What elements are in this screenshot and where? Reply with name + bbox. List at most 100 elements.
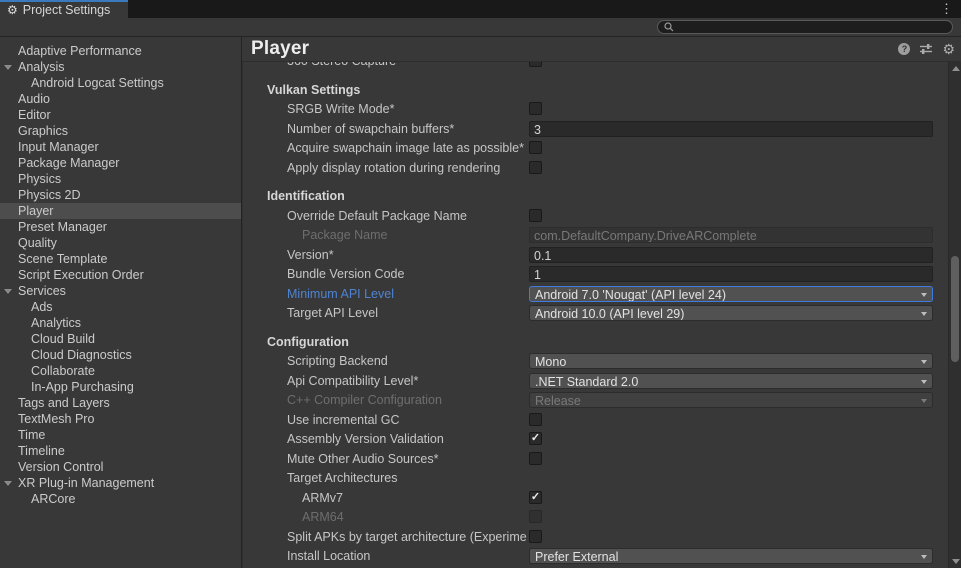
sidebar-item-label: Scene Template [0,252,107,266]
tab-project-settings[interactable]: ⚙ Project Settings [0,0,128,18]
sidebar-item-android-logcat-settings[interactable]: Android Logcat Settings [0,75,241,91]
field-label-scripting-backend: Scripting Backend [287,354,388,368]
sidebar-item-label: Editor [0,108,51,122]
checkbox-360-stereo-capture[interactable] [529,61,542,67]
checkbox-mute-other-audio-sources[interactable] [529,452,542,465]
sidebar-item-graphics[interactable]: Graphics [0,123,241,139]
text-field-version[interactable]: 0.1 [529,247,933,263]
row-bundle-version-code: Bundle Version Code 1 [243,266,948,282]
sidebar-item-label: Android Logcat Settings [0,76,164,90]
dropdown-install-location[interactable]: Prefer External [529,548,933,564]
field-label-360-stereo-capture: 360 Stereo Capture [287,61,396,68]
scrollbar-thumb[interactable] [951,256,959,362]
sidebar-item-analysis[interactable]: Analysis [0,59,241,75]
checkbox-armv7[interactable] [529,491,542,504]
settings-gear-icon[interactable]: ⚙ [942,42,955,56]
row-vulkan-settings: Vulkan Settings [243,82,948,98]
row-apply-display-rotation-during-rendering: Apply display rotation during rendering [243,160,948,176]
field-label-mute-other-audio-sources: Mute Other Audio Sources* [287,452,438,466]
dropdown-c-compiler-configuration: Release [529,392,933,408]
sidebar-item-physics[interactable]: Physics [0,171,241,187]
sidebar-item-collaborate[interactable]: Collaborate [0,363,241,379]
vertical-scrollbar[interactable] [948,61,961,568]
row-target-architectures: Target Architectures [243,470,948,486]
scroll-up-arrow-icon[interactable] [952,66,960,71]
sidebar-item-tags-and-layers[interactable]: Tags and Layers [0,395,241,411]
sidebar-item-label: Package Manager [0,156,119,170]
row-srgb-write-mode: SRGB Write Mode* [243,101,948,117]
checkbox-assembly-version-validation[interactable] [529,432,542,445]
sidebar-item-analytics[interactable]: Analytics [0,315,241,331]
sidebar-item-cloud-diagnostics[interactable]: Cloud Diagnostics [0,347,241,363]
scroll-down-arrow-icon[interactable] [952,559,960,564]
search-box[interactable] [657,20,953,34]
sidebar-item-label: Collaborate [0,364,95,378]
foldout-arrow-icon[interactable] [4,481,12,486]
checkbox-use-incremental-gc[interactable] [529,413,542,426]
help-icon[interactable]: ? [898,43,910,55]
sidebar-item-input-manager[interactable]: Input Manager [0,139,241,155]
row-360-stereo-capture: 360 Stereo Capture [243,61,948,69]
foldout-arrow-icon[interactable] [4,65,12,70]
dropdown-minimum-api-level[interactable]: Android 7.0 'Nougat' (API level 24) [529,286,933,302]
row-acquire-swapchain-image-late-as-possible: Acquire swapchain image late as possible… [243,140,948,156]
field-label-bundle-version-code: Bundle Version Code [287,267,404,281]
text-field-number-of-swapchain-buffers[interactable]: 3 [529,121,933,137]
row-arm64: ARM64 [243,509,948,525]
sidebar-item-quality[interactable]: Quality [0,235,241,251]
checkbox-acquire-swapchain-image-late-as-possible[interactable] [529,141,542,154]
sidebar-item-services[interactable]: Services [0,283,241,299]
row-mute-other-audio-sources: Mute Other Audio Sources* [243,451,948,467]
project-settings-window: ⚙ Project Settings ⋮ Adaptive Performanc… [0,0,961,568]
sidebar-item-in-app-purchasing[interactable]: In-App Purchasing [0,379,241,395]
sidebar-item-adaptive-performance[interactable]: Adaptive Performance [0,43,241,59]
row-version: Version*0.1 [243,247,948,263]
kebab-menu-icon[interactable]: ⋮ [940,1,953,17]
sidebar-item-physics-2d[interactable]: Physics 2D [0,187,241,203]
checkbox-srgb-write-mode[interactable] [529,102,542,115]
sidebar-item-scene-template[interactable]: Scene Template [0,251,241,267]
sidebar-item-audio[interactable]: Audio [0,91,241,107]
field-label-apply-display-rotation-during-rendering: Apply display rotation during rendering [287,161,500,175]
sidebar-item-label: Cloud Build [0,332,95,346]
sidebar-item-timeline[interactable]: Timeline [0,443,241,459]
sidebar-item-label: TextMesh Pro [0,412,94,426]
sidebar-item-arcore[interactable]: ARCore [0,491,241,507]
sidebar-item-script-execution-order[interactable]: Script Execution Order [0,267,241,283]
sidebar-item-preset-manager[interactable]: Preset Manager [0,219,241,235]
header-icons: ? ⚙ [898,42,961,56]
field-label-c-compiler-configuration: C++ Compiler Configuration [287,393,442,407]
text-field-bundle-version-code[interactable]: 1 [529,266,933,282]
sidebar-item-version-control[interactable]: Version Control [0,459,241,475]
sidebar-item-player[interactable]: Player [0,203,241,219]
sidebar-item-time[interactable]: Time [0,427,241,443]
field-label-acquire-swapchain-image-late-as-possible: Acquire swapchain image late as possible… [287,141,524,155]
sidebar-item-ads[interactable]: Ads [0,299,241,315]
sidebar-item-textmesh-pro[interactable]: TextMesh Pro [0,411,241,427]
sidebar-item-label: Graphics [0,124,68,138]
sidebar-item-xr-plug-in-management[interactable]: XR Plug-in Management [0,475,241,491]
dropdown-scripting-backend[interactable]: Mono [529,353,933,369]
section-header-vulkan-settings: Vulkan Settings [267,83,360,97]
checkbox-split-apks-by-target-architecture-experime[interactable] [529,530,542,543]
field-label-target-api-level: Target API Level [287,306,378,320]
dropdown-api-compatibility-level[interactable]: .NET Standard 2.0 [529,373,933,389]
sidebar-item-package-manager[interactable]: Package Manager [0,155,241,171]
field-label-armv7: ARMv7 [302,491,343,505]
field-label-split-apks-by-target-architecture-experime: Split APKs by target architecture (Exper… [287,530,527,544]
sidebar-item-cloud-build[interactable]: Cloud Build [0,331,241,347]
sidebar-item-label: Physics [0,172,61,186]
search-input[interactable] [678,21,946,33]
field-label-package-name: Package Name [302,228,387,242]
section-header-identification: Identification [267,189,345,203]
checkbox-apply-display-rotation-during-rendering[interactable] [529,161,542,174]
foldout-arrow-icon[interactable] [4,289,12,294]
checkbox-override-default-package-name[interactable] [529,209,542,222]
sidebar-item-editor[interactable]: Editor [0,107,241,123]
presets-icon[interactable] [919,43,933,55]
sidebar-item-label: Time [0,428,45,442]
dropdown-target-api-level[interactable]: Android 10.0 (API level 29) [529,305,933,321]
text-field-package-name: com.DefaultCompany.DriveARComplete [529,227,933,243]
sidebar-item-label: Player [0,204,53,218]
sidebar-item-label: Analytics [0,316,81,330]
